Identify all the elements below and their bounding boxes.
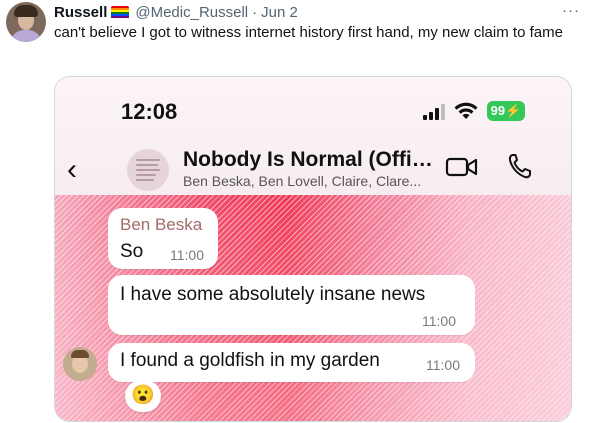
avatar-body xyxy=(10,30,42,42)
video-call-icon[interactable] xyxy=(445,155,479,179)
tweet-text: can't believe I got to witness internet … xyxy=(54,24,563,41)
tweet-header: Russell @Medic_Russell · Jun 2 xyxy=(54,2,298,22)
phone-header: 12:08 99⚡ ‹ Nobody Is Normal (Officia...… xyxy=(55,77,571,195)
status-bar-time: 12:08 xyxy=(121,99,178,124)
message-text: I found a goldfish in my garden xyxy=(120,350,380,371)
pride-flag-icon xyxy=(111,5,130,19)
avatar-text-line xyxy=(136,159,160,161)
avatar-text-line xyxy=(136,164,158,166)
sender-avatar-hair xyxy=(71,350,89,358)
flag-stripe xyxy=(111,16,130,19)
message-text: So xyxy=(120,241,144,262)
chevron-left-icon[interactable]: ‹ xyxy=(67,155,77,185)
phone-call-icon[interactable] xyxy=(507,152,533,180)
group-chat-title[interactable]: Nobody Is Normal (Officia... xyxy=(183,148,435,172)
signal-bar xyxy=(441,104,445,120)
author-avatar[interactable] xyxy=(6,2,46,42)
sender-avatar[interactable] xyxy=(63,347,97,381)
avatar-hair xyxy=(14,5,38,17)
message-bubble[interactable]: Ben Beska So 11:00 xyxy=(108,208,218,269)
message-time: 11:00 xyxy=(426,357,460,373)
author-display-name[interactable]: Russell xyxy=(54,4,107,21)
message-time: 11:00 xyxy=(422,313,456,329)
avatar-text-line xyxy=(136,179,154,181)
surprised-reaction-icon[interactable]: 😮 xyxy=(125,380,161,412)
battery-indicator: 99⚡ xyxy=(487,101,525,121)
message-text: I have some absolutely insane news xyxy=(120,284,426,305)
message-sender-name[interactable]: Ben Beska xyxy=(120,215,202,235)
message-bubble[interactable]: I found a goldfish in my garden 11:00 xyxy=(108,343,475,382)
signal-bar xyxy=(429,112,433,120)
signal-bar xyxy=(423,115,427,120)
signal-bar xyxy=(435,108,439,120)
group-avatar[interactable] xyxy=(127,149,169,191)
message-bubble[interactable]: I have some absolutely insane news 11:00 xyxy=(108,275,475,335)
tweet-timestamp[interactable]: Jun 2 xyxy=(261,4,298,21)
message-time: 11:00 xyxy=(170,247,204,263)
signal-icon xyxy=(423,104,445,120)
more-options-icon[interactable]: ··· xyxy=(562,2,580,19)
group-members-list[interactable]: Ben Beska, Ben Lovell, Claire, Clare... xyxy=(183,173,435,189)
author-handle[interactable]: @Medic_Russell xyxy=(135,4,248,21)
wifi-icon xyxy=(454,102,478,119)
tweet-media-image[interactable]: 12:08 99⚡ ‹ Nobody Is Normal (Officia...… xyxy=(54,76,572,422)
separator-dot: · xyxy=(252,3,258,21)
avatar-text-line xyxy=(136,169,160,171)
avatar-text-line xyxy=(136,174,156,176)
